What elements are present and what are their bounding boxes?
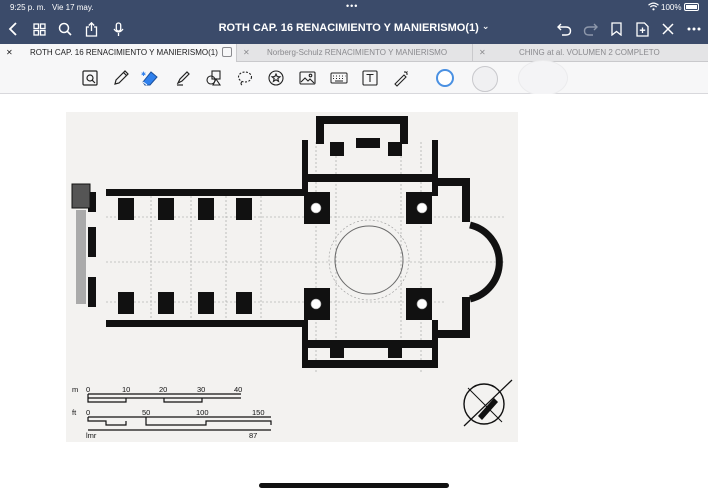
- color-swatch-faded[interactable]: [518, 60, 568, 96]
- back-icon[interactable]: [4, 20, 22, 38]
- tab-close-icon[interactable]: ✕: [479, 48, 486, 57]
- bookmark-icon[interactable]: [607, 20, 625, 38]
- document-title[interactable]: ROTH CAP. 16 RENACIMIENTO Y MANIERISMO(1…: [150, 21, 558, 34]
- share-icon[interactable]: [82, 20, 100, 38]
- home-indicator[interactable]: [259, 483, 449, 488]
- status-date: Vie 17 may.: [52, 3, 94, 12]
- document-tabs: ✕ ROTH CAP. 16 RENACIMIENTO Y MANIERISMO…: [0, 44, 708, 62]
- battery-icon: [684, 3, 699, 11]
- scale-ft-tick: 100: [196, 408, 209, 417]
- scale-m-tick: 30: [197, 385, 205, 394]
- scale-m-tick: 20: [159, 385, 167, 394]
- scale-ft-tick: 0: [86, 408, 90, 417]
- status-bar: 9:25 p. m. Vie 17 may. ••• 100%: [0, 0, 708, 14]
- tab-label: ROTH CAP. 16 RENACIMIENTO Y MANIERISMO(1…: [30, 48, 218, 57]
- add-page-icon[interactable]: [633, 20, 651, 38]
- search-icon[interactable]: [56, 20, 74, 38]
- document-navbar: ROTH CAP. 16 RENACIMIENTO Y MANIERISMO(1…: [0, 14, 708, 44]
- scale-m-tick: 40: [234, 385, 242, 394]
- microphone-icon[interactable]: [109, 20, 127, 38]
- document-title-text: ROTH CAP. 16 RENACIMIENTO Y MANIERISMO(1…: [218, 22, 479, 34]
- keyboard-icon[interactable]: [329, 68, 349, 88]
- scale-m-tick: 0: [86, 385, 90, 394]
- image-icon[interactable]: [297, 68, 317, 88]
- svg-text:✱: ✱: [141, 71, 146, 78]
- scale-ft-tick: 150: [252, 408, 265, 417]
- color-swatch-light-gray[interactable]: [472, 66, 498, 92]
- close-icon[interactable]: [659, 20, 677, 38]
- north-arrow-icon: [463, 379, 513, 427]
- tab-label: CHING at al. VOLUMEN 2 COMPLETO: [519, 48, 660, 57]
- text-icon[interactable]: [360, 68, 380, 88]
- highlighter-icon[interactable]: [173, 68, 193, 88]
- sticker-icon[interactable]: [266, 68, 286, 88]
- tab-norberg-schulz[interactable]: ✕ Norberg-Schulz RENACIMIENTO Y MANIERIS…: [237, 44, 473, 62]
- scale-lmr-unit: lmr: [86, 431, 97, 440]
- tab-label: Norberg-Schulz RENACIMIENTO Y MANIERISMO: [267, 48, 448, 57]
- pen-icon[interactable]: [111, 68, 131, 88]
- redo-icon[interactable]: [581, 20, 599, 38]
- shapes-icon[interactable]: [204, 68, 224, 88]
- tab-ching[interactable]: ✕ CHING at al. VOLUMEN 2 COMPLETO: [473, 44, 708, 62]
- zoom-lasso-icon[interactable]: [80, 68, 100, 88]
- tab-close-icon[interactable]: ✕: [6, 48, 13, 57]
- scale-ft-tick: 50: [142, 408, 150, 417]
- split-view-icon[interactable]: [222, 47, 232, 57]
- tab-close-icon[interactable]: ✕: [243, 48, 250, 57]
- scale-m-tick: 10: [122, 385, 130, 394]
- undo-icon[interactable]: [555, 20, 573, 38]
- scale-ft-unit: ft: [72, 408, 77, 417]
- multitasking-dots[interactable]: •••: [346, 1, 358, 11]
- lasso-icon[interactable]: [235, 68, 255, 88]
- grid-icon[interactable]: [30, 20, 48, 38]
- laser-icon[interactable]: [391, 68, 411, 88]
- annotation-toolbar: ✱: [0, 60, 708, 96]
- battery-percent: 100%: [661, 3, 682, 12]
- scale-lmr-end: 87: [249, 431, 257, 440]
- floor-plan-drawing: m 0 10 20 30 40 ft 0 50 100 150 lmr 87: [71, 116, 513, 440]
- church-floor-plan-image: m 0 10 20 30 40 ft 0 50 100 150 lmr 87: [66, 112, 518, 442]
- wifi-icon: [648, 2, 659, 13]
- color-swatch-blue[interactable]: [436, 69, 454, 87]
- scale-m-unit: m: [72, 385, 78, 394]
- eraser-icon[interactable]: ✱: [140, 68, 160, 88]
- tab-roth[interactable]: ✕ ROTH CAP. 16 RENACIMIENTO Y MANIERISMO…: [0, 44, 237, 62]
- more-icon[interactable]: [685, 20, 703, 38]
- title-chevron-icon: ⌄: [481, 21, 490, 31]
- status-time: 9:25 p. m.: [10, 3, 46, 12]
